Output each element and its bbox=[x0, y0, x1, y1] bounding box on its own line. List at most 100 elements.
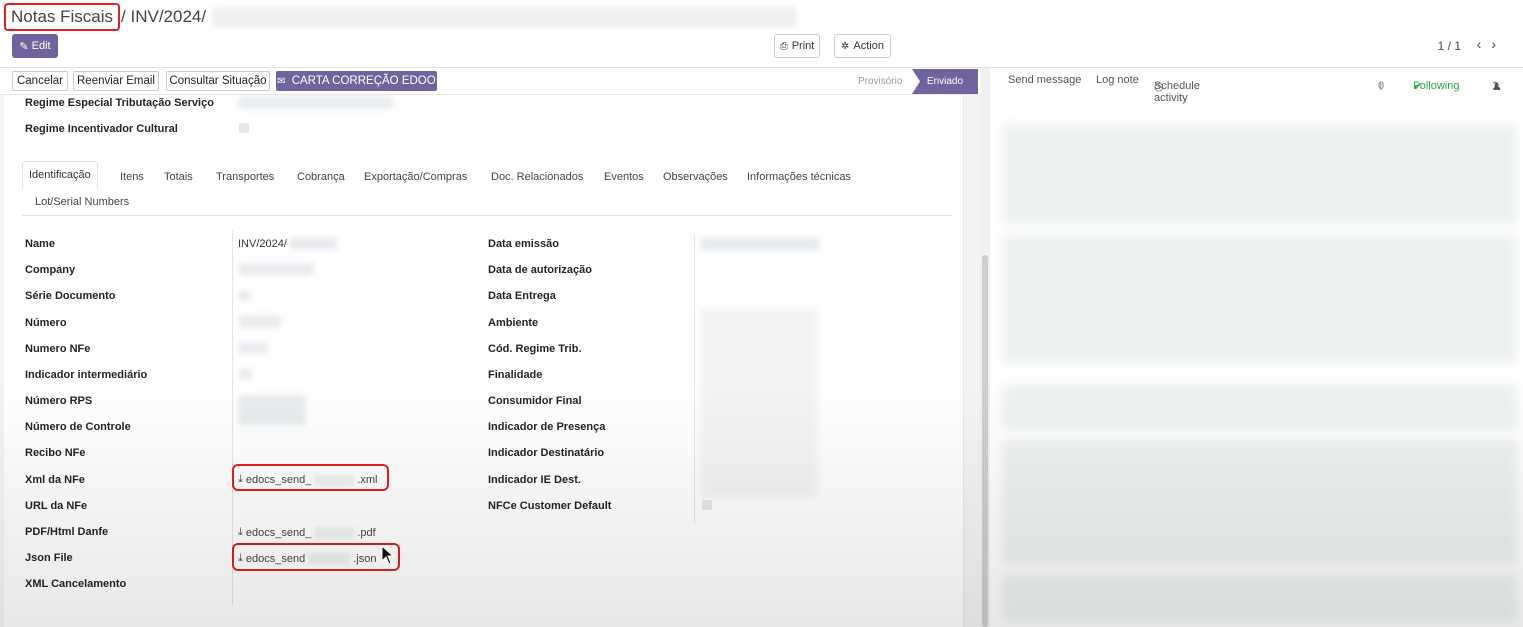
label-recibo-nfe: Recibo NFe bbox=[25, 447, 86, 459]
pager-next-button[interactable]: › bbox=[1491, 36, 1506, 52]
label-company: Company bbox=[25, 264, 76, 276]
tab-identificacao[interactable]: Identificação bbox=[22, 161, 98, 189]
label-numero: Número bbox=[25, 317, 67, 329]
label-indicador-presenca: Indicador de Presença bbox=[488, 421, 606, 433]
tab-exportacao-compras[interactable]: Exportação/Compras bbox=[364, 171, 467, 183]
schedule-activity-label: Schedule activity bbox=[1154, 80, 1200, 104]
label-regime-especial: Regime Especial Tributação Serviço bbox=[25, 97, 214, 109]
following-label: Following bbox=[1413, 80, 1460, 92]
download-icon: ⤓ bbox=[238, 526, 243, 538]
tab-itens[interactable]: Itens bbox=[120, 171, 144, 183]
right-column-divider bbox=[694, 235, 695, 523]
cancelar-button[interactable]: Cancelar bbox=[12, 71, 68, 91]
label-cod-regime-trib: Cód. Regime Trib. bbox=[488, 343, 582, 355]
edit-button[interactable]: ✎ Edit bbox=[12, 34, 58, 58]
chatter-message bbox=[1002, 124, 1517, 224]
pdf-file-link[interactable]: ⤓ edocs_send_ .pdf bbox=[238, 526, 376, 539]
highlight-json-file bbox=[232, 543, 400, 571]
print-button[interactable]: ⎙ Print bbox=[774, 34, 820, 58]
value-numero-nfe[interactable] bbox=[238, 342, 268, 354]
label-indicador-ie-dest: Indicador IE Dest. bbox=[488, 474, 581, 486]
label-nfce-customer-default: NFCe Customer Default bbox=[488, 500, 612, 512]
value-name[interactable]: INV/2024/ bbox=[238, 238, 287, 250]
envelope-icon: ✉ bbox=[277, 75, 286, 87]
action-button[interactable]: ✲ Action bbox=[834, 34, 891, 58]
consultar-situacao-button[interactable]: Consultar Situação bbox=[166, 71, 270, 91]
label-data-autorizacao: Data de autorização bbox=[488, 264, 592, 276]
value-indicador-intermediario[interactable] bbox=[238, 369, 253, 380]
stage-enviado[interactable]: Enviado bbox=[912, 69, 978, 94]
value-name-redacted bbox=[289, 237, 337, 250]
label-data-emissao: Data emissão bbox=[488, 238, 559, 250]
label-serie-documento: Série Documento bbox=[25, 290, 116, 302]
printer-icon: ⎙ bbox=[779, 40, 788, 52]
carta-correcao-button[interactable]: ✉ CARTA CORREÇÃO EDOO bbox=[276, 71, 437, 91]
label-xml-da-nfe: Xml da NFe bbox=[25, 474, 85, 486]
tab-observacoes[interactable]: Observações bbox=[663, 171, 728, 183]
label-pdf-html-danfe: PDF/Html Danfe bbox=[25, 526, 109, 538]
label-indicador-destinatario: Indicador Destinatário bbox=[488, 447, 605, 459]
label-numero-rps: Número RPS bbox=[25, 395, 93, 407]
chatter-topbar: Send message Log note ◷ Schedule activit… bbox=[992, 68, 1523, 104]
label-xml-cancelamento: XML Cancelamento bbox=[25, 578, 127, 590]
pdf-file-redacted bbox=[314, 526, 355, 539]
reenviar-email-button[interactable]: Reenviar Email bbox=[73, 71, 159, 91]
label-ambiente: Ambiente bbox=[488, 317, 539, 329]
tab-doc-relacionados[interactable]: Doc. Relacionados bbox=[491, 171, 583, 183]
carta-correcao-label: CARTA CORREÇÃO EDOO bbox=[291, 75, 436, 87]
pager-nav: ‹› bbox=[1477, 36, 1506, 52]
pager-value[interactable]: 1 / 1 bbox=[1438, 39, 1461, 53]
value-data-emissao[interactable] bbox=[700, 237, 820, 251]
breadcrumb: Notas Fiscais / INV/2024/ bbox=[4, 2, 798, 32]
tab-divider bbox=[22, 215, 952, 216]
label-name: Name bbox=[25, 238, 55, 250]
pager-previous-button[interactable]: ‹ bbox=[1477, 36, 1492, 52]
value-regime-especial[interactable] bbox=[238, 97, 393, 109]
form-scrollbar-thumb[interactable] bbox=[982, 255, 988, 627]
value-company[interactable] bbox=[238, 263, 314, 276]
tab-cobranca[interactable]: Cobrança bbox=[297, 171, 345, 183]
highlight-xml-file bbox=[232, 464, 389, 491]
log-note-button[interactable]: Log note bbox=[1096, 74, 1139, 86]
label-indicador-intermediario: Indicador intermediário bbox=[25, 369, 148, 381]
value-numero[interactable] bbox=[238, 315, 281, 328]
control-panel: Notas Fiscais / INV/2024/ ✎ Edit ⎙ Print… bbox=[0, 0, 1523, 68]
attachments-count: 0 bbox=[1378, 80, 1385, 92]
label-consumidor-final: Consumidor Final bbox=[488, 395, 582, 407]
chatter-panel: Send message Log note ◷ Schedule activit… bbox=[992, 68, 1523, 627]
pencil-icon: ✎ bbox=[19, 40, 29, 53]
value-serie-documento[interactable] bbox=[238, 290, 251, 301]
breadcrumb-record: / INV/2024/ bbox=[121, 7, 207, 26]
chatter-message bbox=[1002, 440, 1517, 565]
label-url-da-nfe: URL da NFe bbox=[25, 500, 88, 512]
gear-icon: ✲ bbox=[841, 40, 850, 52]
pdf-file-prefix: edocs_send_ bbox=[245, 526, 312, 539]
mouse-cursor-icon bbox=[381, 545, 395, 565]
tab-transportes[interactable]: Transportes bbox=[216, 171, 274, 183]
value-numero-rps[interactable] bbox=[238, 395, 306, 425]
chatter-message bbox=[1002, 574, 1517, 622]
chatter-message bbox=[1002, 384, 1517, 429]
label-numero-de-controle: Número de Controle bbox=[25, 421, 131, 433]
edit-label: Edit bbox=[31, 40, 51, 52]
tab-eventos[interactable]: Eventos bbox=[604, 171, 644, 183]
pdf-file-suffix: .pdf bbox=[357, 526, 376, 539]
label-regime-incentivador: Regime Incentivador Cultural bbox=[25, 123, 178, 135]
tab-totais[interactable]: Totais bbox=[164, 171, 193, 183]
tab-lot-serial-numbers[interactable]: Lot/Serial Numbers bbox=[35, 196, 129, 208]
chatter-message bbox=[1002, 234, 1517, 364]
value-right-column-redacted[interactable] bbox=[700, 308, 818, 498]
tab-informacoes-tecnicas[interactable]: Informações técnicas bbox=[747, 171, 851, 183]
label-data-entrega: Data Entrega bbox=[488, 290, 556, 302]
breadcrumb-redacted bbox=[212, 7, 798, 27]
print-label: Print bbox=[791, 40, 815, 52]
checkbox-regime-incentivador[interactable] bbox=[239, 123, 249, 133]
breadcrumb-notas-fiscais[interactable]: Notas Fiscais bbox=[4, 3, 121, 31]
form-statusbar: Cancelar Reenviar Email Consultar Situaç… bbox=[0, 69, 978, 95]
stage-provisorio[interactable]: Provisório bbox=[858, 76, 902, 87]
action-label: Action bbox=[853, 40, 884, 52]
send-message-button[interactable]: Send message bbox=[1008, 74, 1081, 86]
checkbox-nfce-customer-default[interactable] bbox=[702, 500, 712, 510]
followers-count: 1 bbox=[1492, 80, 1499, 92]
label-finalidade: Finalidade bbox=[488, 369, 543, 381]
